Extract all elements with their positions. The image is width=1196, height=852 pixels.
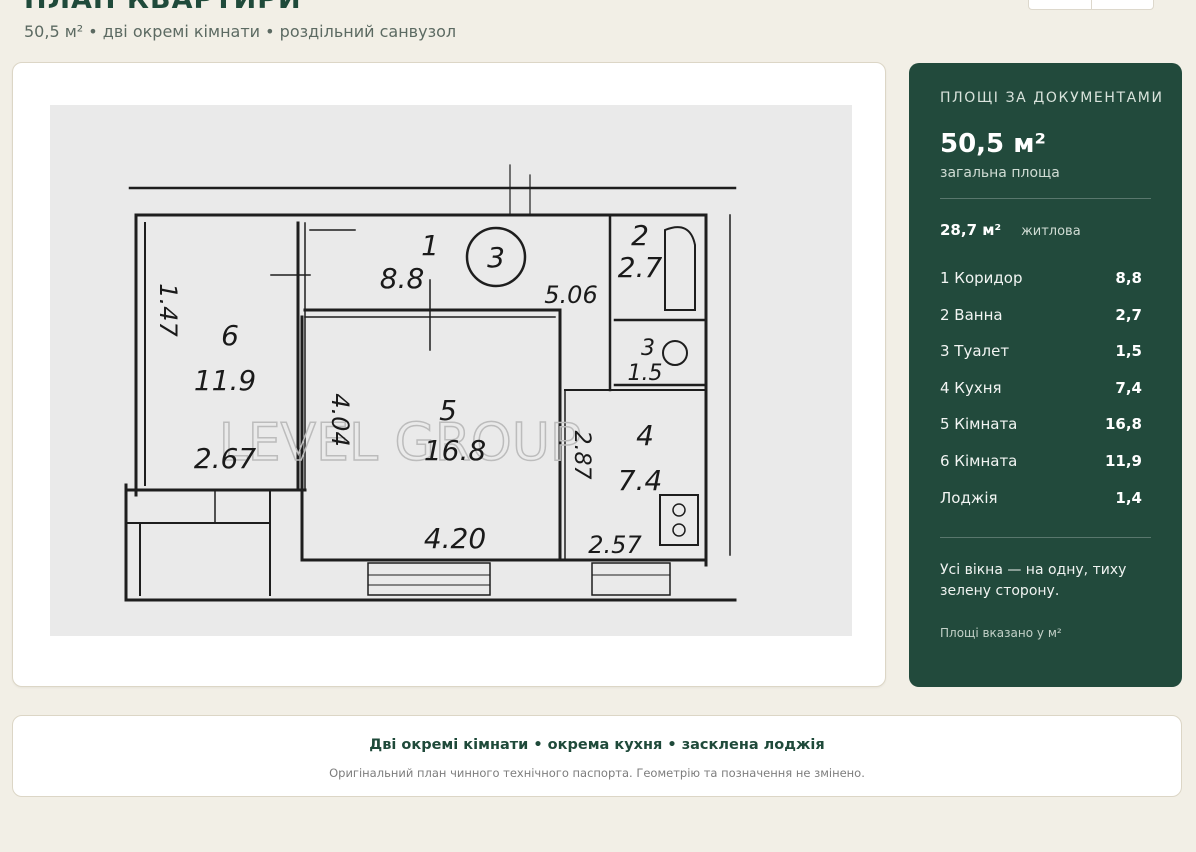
room-name: Лоджія bbox=[940, 488, 998, 507]
living-area-label: житлова bbox=[1021, 224, 1081, 239]
room-name: 6 Кімната bbox=[940, 451, 1018, 470]
plan-label: 1.47 bbox=[154, 283, 182, 337]
room-area: 7,4 bbox=[1115, 378, 1142, 397]
page-title: ПЛАН КВАРТИРИ bbox=[24, 0, 302, 16]
room-name: 1 Коридор bbox=[940, 269, 1023, 287]
plan-label: 2.87 bbox=[569, 431, 594, 480]
windows-note: Усі вікна — на одну, тиху зелену сторону… bbox=[940, 562, 1127, 599]
room-name: 5 Кімната bbox=[940, 415, 1018, 434]
plan-watermark: LEVEL GROUP bbox=[219, 413, 582, 473]
room-row-room-6: 6 Кімната 11,9 bbox=[940, 451, 1142, 488]
plan-label: 11.9 bbox=[194, 364, 256, 397]
living-area-value: 28,7 м² bbox=[940, 221, 1002, 239]
room-name: 2 Ванна bbox=[940, 305, 1003, 324]
plan-label: 4.04 bbox=[326, 393, 354, 446]
plan-label: 1 bbox=[421, 229, 439, 262]
lang-option[interactable] bbox=[1090, 0, 1154, 9]
room-row-toilet: 3 Туалет 1,5 bbox=[940, 341, 1142, 378]
total-area-value: 50,5 м² bbox=[940, 129, 1046, 159]
floor-plan-card: LEVEL GROUP 1 8.8 2 2.7 3 1.5 4 7.4 5 16… bbox=[12, 62, 886, 687]
room-name: 3 Туалет bbox=[940, 342, 1010, 361]
room-area: 1,4 bbox=[1115, 488, 1142, 507]
room-area: 2,7 bbox=[1115, 305, 1142, 324]
room-name: 4 Кухня bbox=[940, 378, 1002, 397]
room-area-list: 1 Коридор 8,8 2 Ванна 2,7 3 Туалет 1,5 4… bbox=[940, 268, 1142, 524]
disclaimer: Оригінальний план чинного технічного пас… bbox=[329, 766, 865, 780]
plan-label: 4.20 bbox=[424, 522, 486, 555]
plan-label: 4 bbox=[636, 419, 654, 452]
room-row-bath: 2 Ванна 2,7 bbox=[940, 305, 1142, 342]
language-switcher[interactable] bbox=[1028, 0, 1154, 10]
lang-option[interactable] bbox=[1029, 0, 1091, 9]
panel-heading: ПЛОЩІ ЗА ДОКУМЕНТАМИ bbox=[940, 90, 1164, 106]
plan-label: 2.67 bbox=[194, 442, 257, 475]
features-card: Дві окремі кімнати • окрема кухня • заск… bbox=[12, 715, 1182, 797]
room-row-corridor: 1 Коридор 8,8 bbox=[940, 268, 1142, 305]
floor-plan-drawing: LEVEL GROUP 1 8.8 2 2.7 3 1.5 4 7.4 5 16… bbox=[50, 105, 852, 636]
plan-label: 3 bbox=[487, 241, 505, 274]
divider bbox=[940, 537, 1151, 538]
room-row-loggia: Лоджія 1,4 bbox=[940, 488, 1142, 525]
room-row-kitchen: 4 Кухня 7,4 bbox=[940, 378, 1142, 415]
plan-label: 2 bbox=[631, 219, 649, 252]
plan-label: 2.7 bbox=[618, 251, 663, 284]
features-line: Дві окремі кімнати • окрема кухня • заск… bbox=[369, 737, 825, 753]
room-area: 11,9 bbox=[1104, 451, 1142, 470]
plan-label: 5 bbox=[439, 394, 457, 427]
room-row-room-5: 5 Кімната 16,8 bbox=[940, 414, 1142, 451]
divider bbox=[940, 198, 1151, 199]
plan-label: 8.8 bbox=[380, 262, 425, 295]
plan-label: 3 bbox=[641, 336, 655, 361]
room-area: 8,8 bbox=[1115, 269, 1142, 287]
plan-label: 1.5 bbox=[628, 361, 663, 386]
total-area-label: загальна площа bbox=[940, 165, 1060, 181]
plan-label: 5.06 bbox=[544, 281, 597, 309]
units-note: Площі вказано у м² bbox=[940, 626, 1062, 640]
areas-panel: ПЛОЩІ ЗА ДОКУМЕНТАМИ 50,5 м² загальна пл… bbox=[909, 63, 1182, 687]
room-area: 16,8 bbox=[1104, 415, 1142, 434]
plan-label: 6 bbox=[221, 319, 239, 352]
page-subtitle: 50,5 м² • дві окремі кімнати • роздільни… bbox=[24, 22, 457, 41]
room-area: 1,5 bbox=[1115, 342, 1142, 361]
floor-plan-image: LEVEL GROUP 1 8.8 2 2.7 3 1.5 4 7.4 5 16… bbox=[50, 105, 852, 636]
living-area-row: 28,7 м² житлова bbox=[940, 221, 1160, 239]
plan-label: 7.4 bbox=[618, 464, 663, 497]
plan-label: 2.57 bbox=[588, 531, 642, 559]
plan-label: 16.8 bbox=[424, 434, 486, 467]
